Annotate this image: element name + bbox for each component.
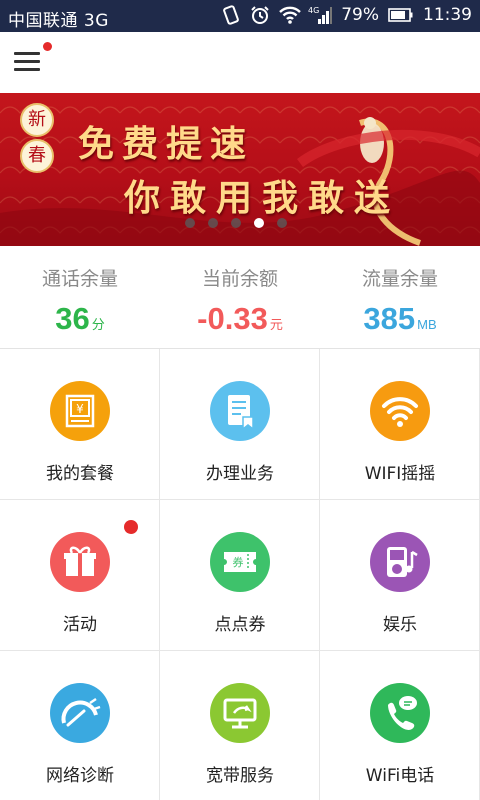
grid-item-network-diagnosis[interactable]: 网络诊断	[0, 651, 160, 800]
data-balance-label: 流量余量	[361, 268, 438, 290]
banner-subheadline: 你敢用我敢送	[124, 177, 401, 219]
balance-summary: 通话余量 36 分 当前余额 -0.33 元 流量余量 385 MB	[0, 246, 480, 348]
wifi-signal-icon	[279, 5, 302, 25]
svg-text:4G: 4G	[308, 6, 319, 15]
vibrate-icon	[221, 5, 241, 25]
grid-item-label: 宽带服务	[206, 766, 274, 786]
carrier-label: 中国联通 3G	[8, 11, 109, 31]
grid-item-label: WiFi电话	[365, 766, 435, 786]
call-minutes-value: 36 分	[55, 301, 105, 336]
app-bar	[0, 32, 480, 93]
phone-chat-icon	[370, 683, 430, 743]
banner-seal-top: 新	[20, 103, 54, 137]
svg-text:¥: ¥	[76, 402, 84, 416]
account-balance-label: 当前余额	[201, 268, 278, 290]
speed-gauge-icon	[50, 683, 110, 743]
grid-item-wifi-shake[interactable]: WIFI摇摇	[320, 349, 480, 500]
coupon-ticket-icon: 券	[210, 532, 270, 592]
wifi-icon	[370, 381, 430, 441]
grid-item-coupons[interactable]: 券 点点券	[160, 500, 320, 651]
banner-pagination	[185, 218, 287, 228]
grid-item-label: 我的套餐	[46, 464, 114, 484]
activity-badge-dot	[124, 520, 138, 534]
broadband-monitor-icon	[210, 683, 270, 743]
banner-dot-5[interactable]	[277, 218, 287, 228]
grid-item-label: 网络诊断	[46, 766, 114, 786]
battery-icon	[388, 5, 414, 25]
call-minutes-label: 通话余量	[41, 268, 118, 290]
grid-item-wifi-call[interactable]: WiFi电话	[320, 651, 480, 800]
grid-item-label: 办理业务	[206, 464, 274, 484]
music-player-icon	[370, 532, 430, 592]
document-bookmark-icon	[210, 381, 270, 441]
package-receipt-icon: ¥	[50, 381, 110, 441]
grid-item-label: 点点券	[214, 615, 266, 635]
status-icons: 4G 79% 11:39	[221, 5, 472, 25]
svg-text:券: 券	[233, 555, 244, 569]
banner-dot-1[interactable]	[185, 218, 195, 228]
alarm-icon	[250, 5, 270, 25]
battery-percent: 79%	[341, 5, 379, 25]
banner-headline: 免费提速	[78, 123, 255, 165]
banner-dot-4[interactable]	[254, 218, 264, 228]
cell-signal-icon: 4G	[308, 5, 333, 25]
hamburger-menu-icon[interactable]	[14, 52, 44, 76]
grid-item-label: 娱乐	[383, 615, 417, 635]
grid-item-my-package[interactable]: ¥ 我的套餐	[0, 349, 160, 500]
account-balance-value: -0.33 元	[197, 301, 283, 336]
gift-icon	[50, 532, 110, 592]
clock: 11:39	[423, 5, 472, 25]
grid-item-label: 活动	[63, 615, 97, 635]
call-minutes-balance[interactable]: 通话余量 36 分	[0, 246, 160, 348]
banner-seal-bottom: 春	[20, 139, 54, 173]
grid-item-broadband[interactable]: 宽带服务	[160, 651, 320, 800]
banner-dot-2[interactable]	[208, 218, 218, 228]
status-bar: 中国联通 3G 4G 79% 11:39	[0, 0, 480, 32]
grid-item-services[interactable]: 办理业务	[160, 349, 320, 500]
account-balance[interactable]: 当前余额 -0.33 元	[160, 246, 320, 348]
grid-item-activities[interactable]: 活动	[0, 500, 160, 651]
banner-dot-3[interactable]	[231, 218, 241, 228]
grid-item-label: WIFI摇摇	[364, 464, 436, 484]
data-balance[interactable]: 流量余量 385 MB	[320, 246, 480, 348]
notification-dot	[43, 42, 52, 51]
grid-item-entertainment[interactable]: 娱乐	[320, 500, 480, 651]
data-balance-value: 385 MB	[363, 301, 437, 336]
service-grid: ¥ 我的套餐 办理业务 WIFI摇摇 活动 券 点点券 娱乐 网络诊断 宽带服务…	[0, 348, 480, 800]
